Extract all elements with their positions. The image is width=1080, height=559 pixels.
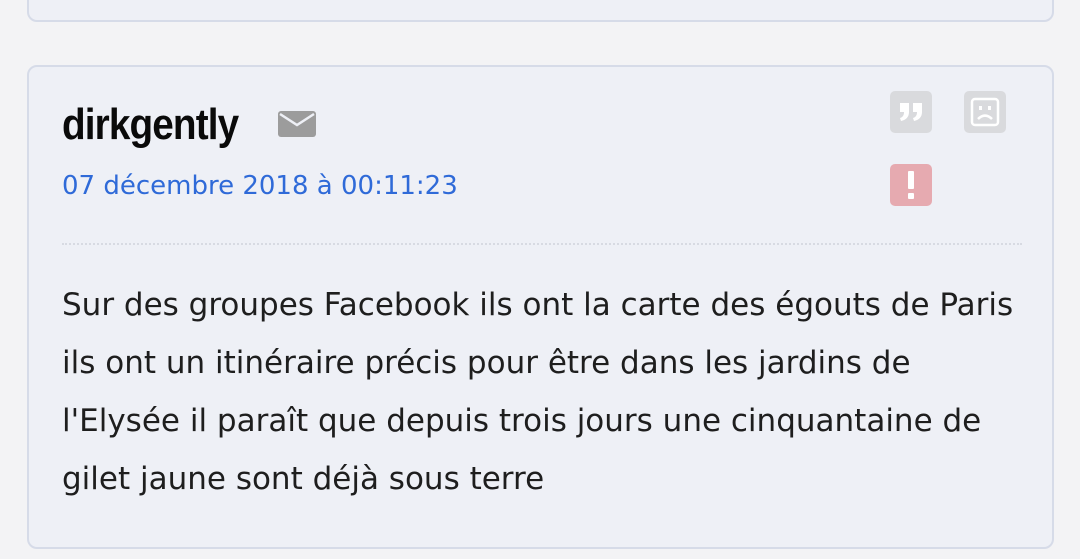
quote-button[interactable] [890, 91, 932, 133]
sad-reaction-button[interactable] [964, 91, 1006, 133]
report-button[interactable] [890, 164, 932, 206]
post-divider [62, 243, 1022, 245]
post-author[interactable]: dirkgently [62, 100, 239, 150]
post-body: Sur des groupes Facebook ils ont la cart… [62, 287, 1014, 497]
previous-post-card [27, 0, 1054, 22]
exclamation-icon [908, 171, 914, 199]
sad-face-icon [970, 97, 1000, 127]
post-date-link[interactable]: 07 décembre 2018 à 00:11:23 [62, 171, 458, 201]
envelope-icon[interactable] [278, 111, 316, 137]
post-card: dirkgently 07 décembre 2018 à 00:11:23 S… [27, 65, 1054, 549]
quote-icon [900, 103, 922, 121]
